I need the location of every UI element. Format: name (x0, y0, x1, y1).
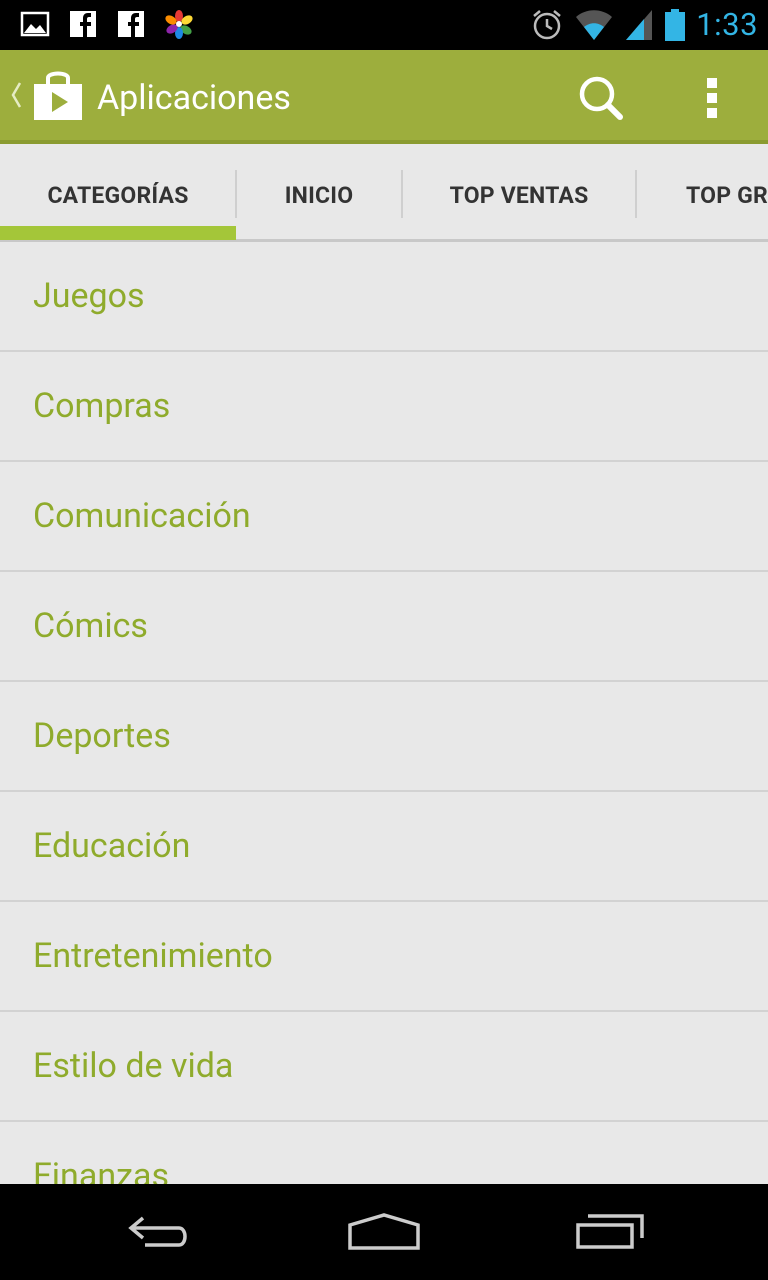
action-bar: Aplicaciones (0, 50, 768, 144)
category-label: Educación (33, 826, 191, 866)
battery-icon (665, 9, 686, 41)
list-item[interactable]: Cómics (0, 572, 768, 682)
tab-top-gratis[interactable]: TOP GRATIS (637, 148, 768, 242)
pinwheel-app-icon (165, 10, 193, 39)
category-label: Finanzas (33, 1156, 170, 1184)
category-label: Deportes (33, 716, 171, 756)
status-bar: 1:33 (0, 0, 768, 50)
system-icons: 1:33 (530, 6, 758, 44)
category-label: Estilo de vida (33, 1046, 234, 1086)
list-item[interactable]: Finanzas (0, 1122, 768, 1184)
category-label: Comunicación (33, 496, 251, 536)
gallery-icon (20, 11, 50, 37)
up-caret-icon[interactable] (8, 80, 24, 110)
recent-apps-icon (576, 1214, 644, 1249)
play-store-icon[interactable] (32, 68, 84, 124)
notification-icons (20, 9, 194, 39)
tab-inicio[interactable]: INICIO (237, 148, 401, 242)
list-item[interactable]: Entretenimiento (0, 902, 768, 1012)
category-label: Cómics (33, 606, 148, 646)
overflow-menu-icon[interactable] (684, 70, 740, 126)
search-icon[interactable] (573, 70, 629, 126)
facebook-icon (118, 11, 144, 37)
navigation-bar (0, 1184, 768, 1280)
list-item[interactable]: Deportes (0, 682, 768, 792)
signal-icon (626, 10, 653, 40)
list-item[interactable]: Educación (0, 792, 768, 902)
facebook-icon (70, 11, 96, 37)
list-item[interactable]: Comunicación (0, 462, 768, 572)
tab-top-ventas[interactable]: TOP VENTAS (403, 148, 635, 242)
category-label: Entretenimiento (33, 936, 273, 976)
list-item[interactable]: Estilo de vida (0, 1012, 768, 1122)
back-button[interactable] (110, 1202, 210, 1262)
back-icon (128, 1216, 187, 1247)
list-item[interactable]: Compras (0, 352, 768, 462)
page-title: Aplicaciones (97, 78, 291, 118)
category-label: Compras (33, 386, 171, 426)
list-item[interactable]: Juegos (0, 242, 768, 352)
home-button[interactable] (334, 1202, 434, 1262)
recent-apps-button[interactable] (560, 1202, 660, 1262)
alarm-icon (533, 10, 562, 40)
category-label: Juegos (33, 276, 145, 316)
category-list: Juegos Compras Comunicación Cómics Depor… (0, 242, 768, 1184)
selected-tab-indicator (0, 226, 236, 240)
home-icon (348, 1213, 420, 1250)
wifi-icon (576, 10, 613, 40)
clock: 1:33 (696, 6, 758, 43)
